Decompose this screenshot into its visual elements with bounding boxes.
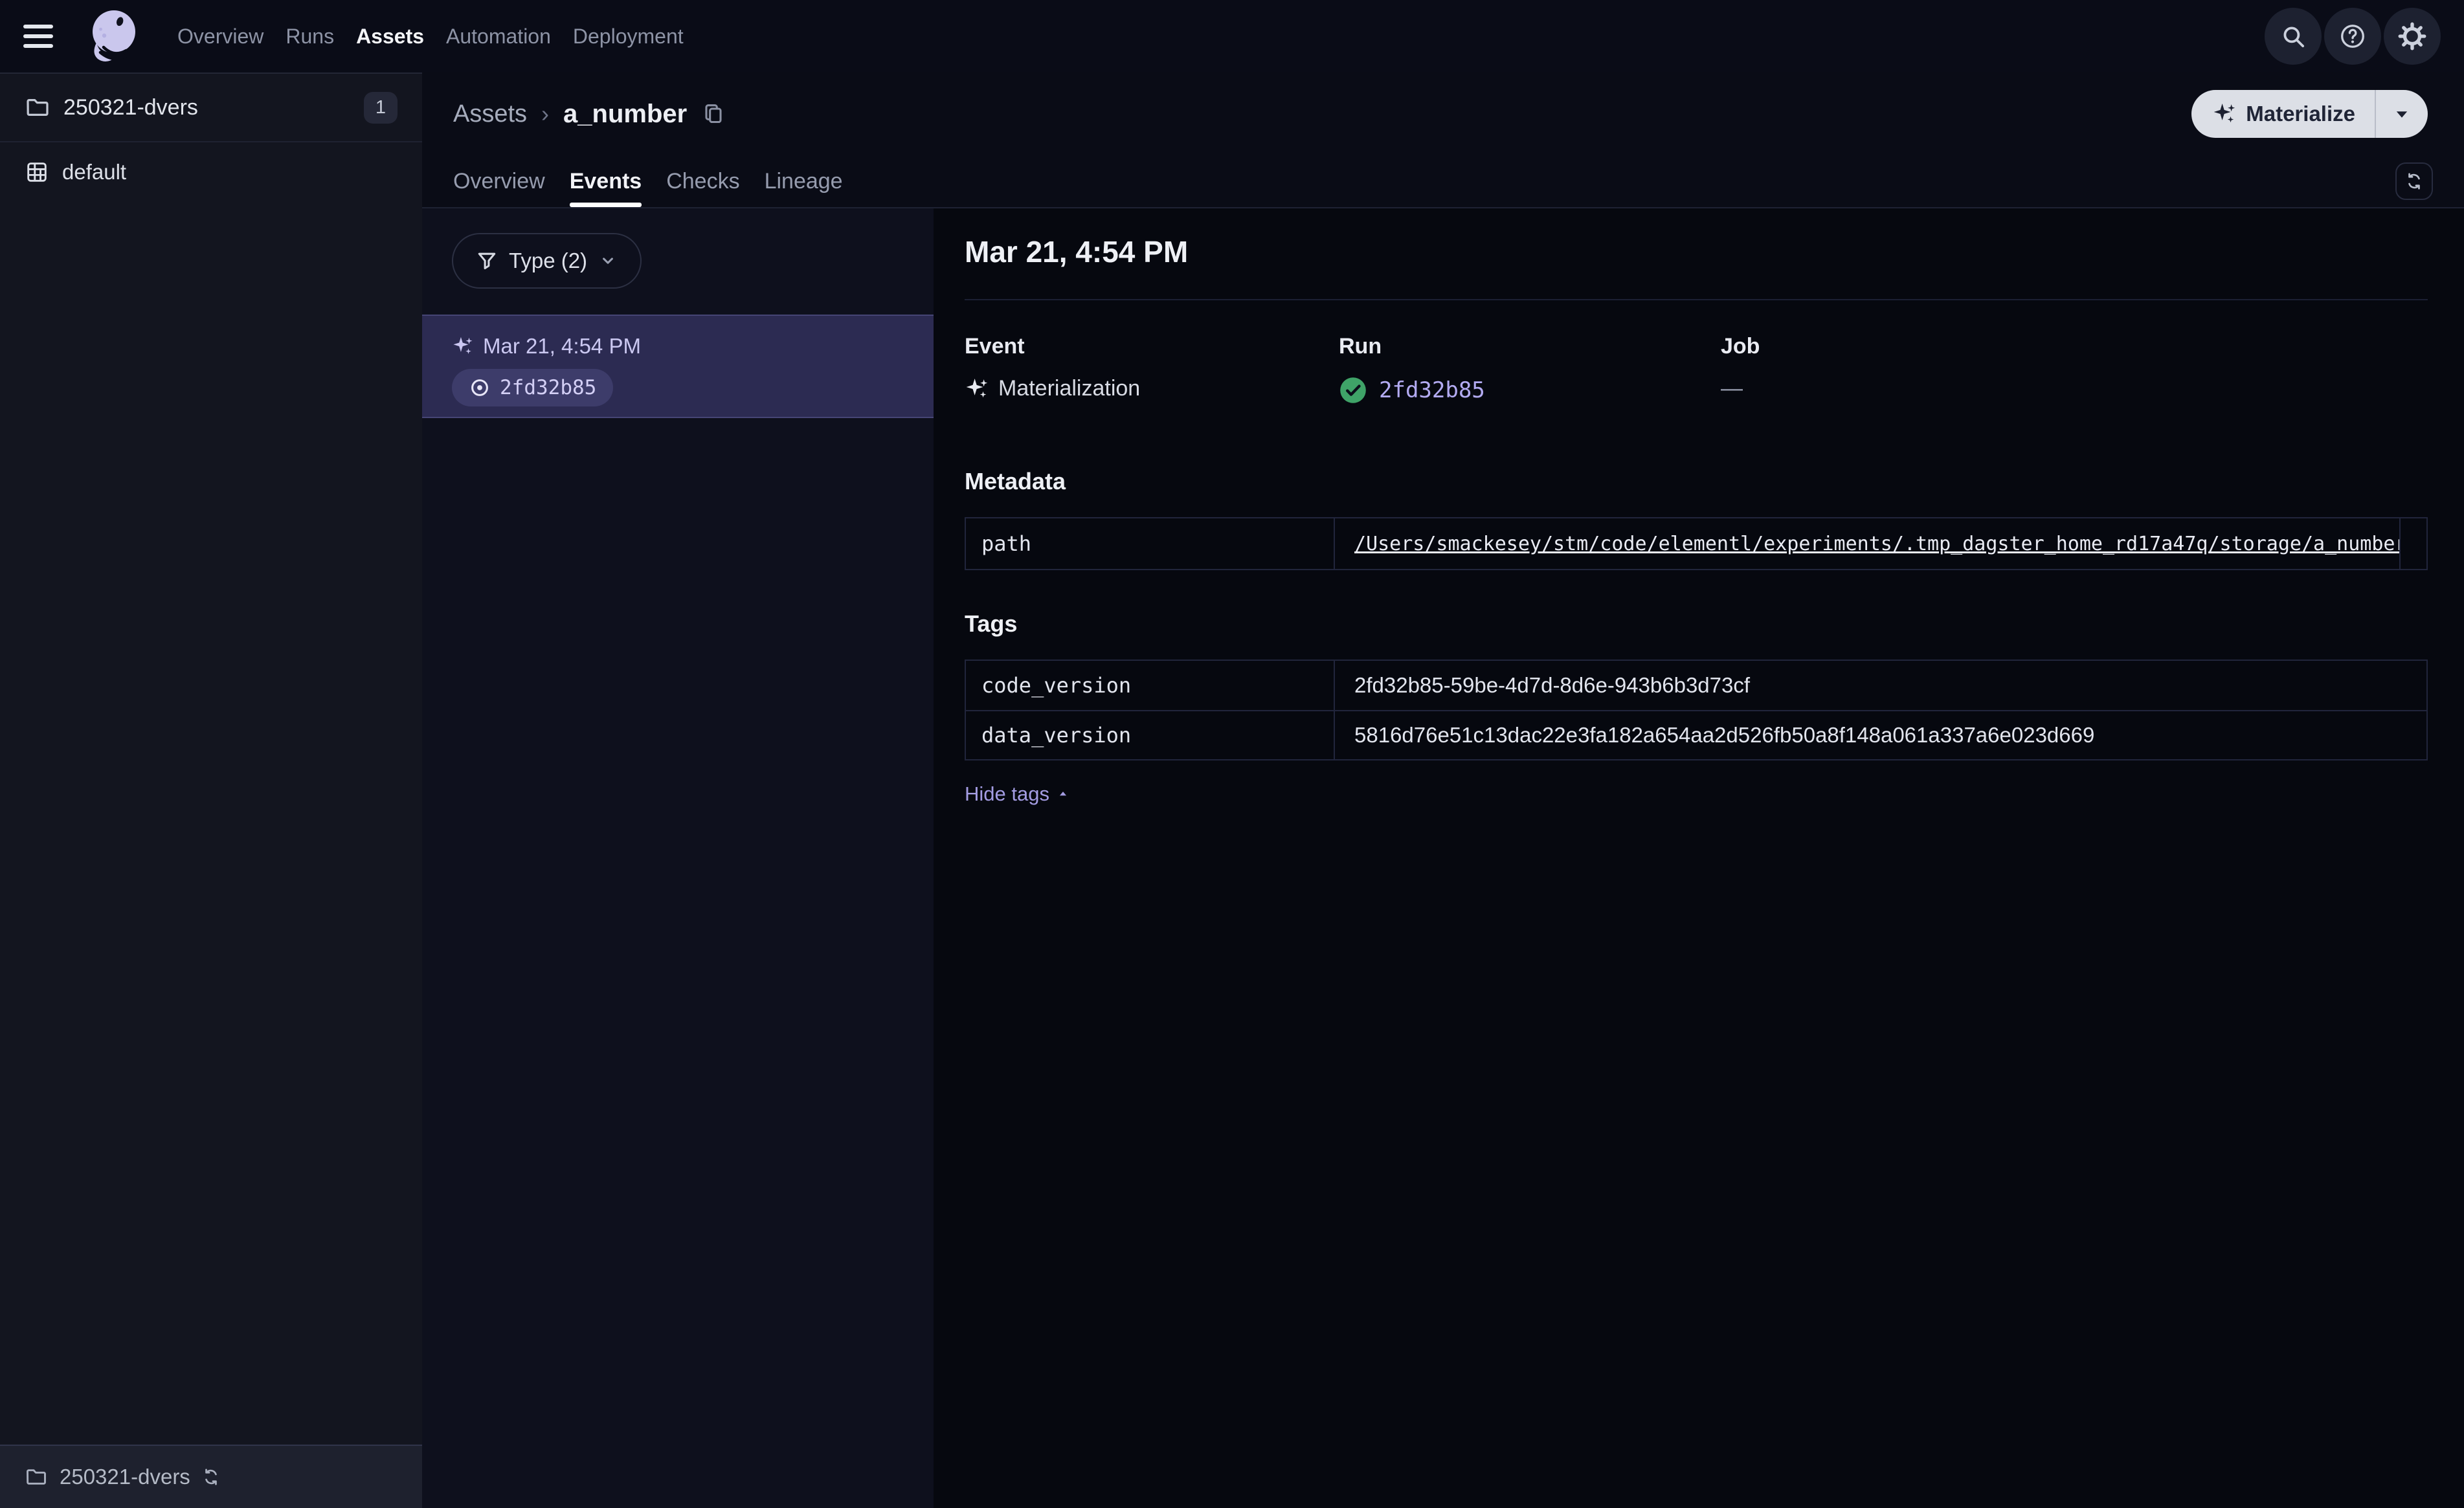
table-row: code_version 2fd32b85-59be-4d7d-8d6e-943…: [966, 661, 2426, 710]
folder-icon: [27, 99, 49, 116]
nav-item-assets[interactable]: Assets: [356, 25, 424, 49]
run-id-text: 2fd32b85: [500, 376, 597, 399]
sidebar-group-label: 250321-dvers: [63, 94, 198, 120]
event-list-item-selected[interactable]: Mar 21, 4:54 PM 2fd32b85: [422, 315, 934, 418]
nav-item-automation[interactable]: Automation: [446, 25, 551, 49]
job-column-label: Job: [1721, 334, 1760, 359]
materialize-button[interactable]: Materialize: [2191, 90, 2375, 138]
search-button[interactable]: [2265, 8, 2322, 65]
event-detail-title: Mar 21, 4:54 PM: [965, 235, 1189, 269]
copy-icon: [705, 104, 722, 124]
sidebar-item-default[interactable]: default: [0, 142, 422, 202]
folder-icon: [27, 1469, 46, 1485]
run-target-icon: [471, 379, 488, 396]
caret-up-icon: [1059, 792, 1067, 796]
metadata-key: path: [966, 518, 1335, 569]
sync-icon: [2408, 173, 2420, 190]
event-list-panel: Type (2) Mar 21, 4:54 PM 2fd32b85: [422, 208, 934, 1508]
copy-asset-key-button[interactable]: [701, 102, 726, 126]
top-nav: Overview Runs Assets Automation Deployme…: [0, 0, 2464, 72]
sidebar-item-label: default: [62, 160, 127, 184]
tag-key: code_version: [966, 661, 1335, 710]
tags-table: code_version 2fd32b85-59be-4d7d-8d6e-943…: [965, 660, 2428, 760]
type-filter-button[interactable]: Type (2): [452, 233, 642, 289]
sidebar-footer: 250321-dvers: [0, 1445, 422, 1508]
run-id-badge[interactable]: 2fd32b85: [452, 369, 614, 406]
breadcrumb-assets-link[interactable]: Assets: [453, 100, 527, 128]
code-location-label: 250321-dvers: [60, 1465, 190, 1489]
table-row: data_version 5816d76e51c13dac22e3fa182a6…: [966, 710, 2426, 759]
sync-icon: [205, 1469, 217, 1485]
sidebar-group-row[interactable]: 250321-dvers 1: [0, 74, 422, 142]
run-success-icon: [1340, 377, 1366, 403]
tab-overview[interactable]: Overview: [453, 155, 545, 207]
tags-heading: Tags: [965, 610, 1018, 637]
tag-value: 2fd32b85-59be-4d7d-8d6e-943b6b3d73cf: [1354, 673, 1751, 697]
nav-item-overview[interactable]: Overview: [177, 25, 263, 49]
event-type-value: Materialization: [998, 376, 1141, 401]
metadata-table: path /Users/smackesey/stm/code/elementl/…: [965, 517, 2428, 570]
tab-checks[interactable]: Checks: [666, 155, 739, 207]
materialization-sparkle-icon: [966, 378, 988, 397]
metadata-path-link[interactable]: /Users/smackesey/stm/code/elementl/exper…: [1354, 533, 2399, 555]
table-row: path /Users/smackesey/stm/code/elementl/…: [966, 518, 2426, 569]
asset-group-icon: [27, 162, 47, 182]
materialize-dropdown-button[interactable]: [2376, 90, 2428, 138]
asset-sidebar: 250321-dvers 1 default 250321-dvers: [0, 72, 422, 1508]
help-button[interactable]: [2324, 8, 2381, 65]
job-value: —: [1721, 376, 1743, 401]
help-icon: [2341, 25, 2364, 48]
nav-item-runs[interactable]: Runs: [286, 25, 334, 49]
tag-key: data_version: [966, 711, 1335, 759]
asset-tabs-row: Overview Events Checks Lineage: [422, 155, 2464, 208]
gear-icon: [2398, 22, 2426, 50]
filter-funnel-icon: [478, 252, 496, 270]
refresh-button[interactable]: [2395, 162, 2433, 200]
event-column-label: Event: [965, 334, 1025, 359]
tab-lineage[interactable]: Lineage: [765, 155, 843, 207]
nav-item-deployment[interactable]: Deployment: [573, 25, 684, 49]
run-id-link[interactable]: 2fd32b85: [1379, 377, 1485, 403]
tab-events[interactable]: Events: [569, 155, 642, 207]
hide-tags-label: Hide tags: [965, 782, 1049, 805]
asset-header: Assets › a_number Materialize: [422, 72, 2464, 155]
event-timestamp: Mar 21, 4:54 PM: [483, 334, 641, 358]
primary-nav: Overview Runs Assets Automation Deployme…: [177, 25, 684, 49]
asset-count-badge: 1: [363, 91, 398, 124]
hide-tags-button[interactable]: Hide tags: [965, 782, 1070, 806]
chevron-down-icon: [603, 258, 613, 264]
search-icon: [2283, 27, 2305, 48]
event-detail-panel: Mar 21, 4:54 PM Event Materialization Ru…: [934, 208, 2464, 1508]
caret-down-icon: [2396, 111, 2408, 118]
settings-button[interactable]: [2384, 8, 2441, 65]
materialize-label: Materialize: [2246, 102, 2355, 126]
reload-location-button[interactable]: [201, 1467, 221, 1487]
materialization-sparkle-icon: [453, 337, 473, 354]
tag-value: 5816d76e51c13dac22e3fa182a654aa2d526fb50…: [1354, 723, 2095, 747]
metadata-heading: Metadata: [965, 468, 1066, 494]
asset-key-title: a_number: [563, 99, 688, 128]
materialization-sparkle-icon: [2213, 104, 2235, 123]
dagster-logo-icon[interactable]: [80, 3, 148, 70]
breadcrumb-separator: ›: [541, 100, 550, 127]
type-filter-label: Type (2): [509, 249, 588, 272]
run-column-label: Run: [1339, 334, 1382, 359]
hamburger-menu-icon[interactable]: [23, 25, 53, 48]
materialize-button-group: Materialize: [2191, 90, 2428, 138]
